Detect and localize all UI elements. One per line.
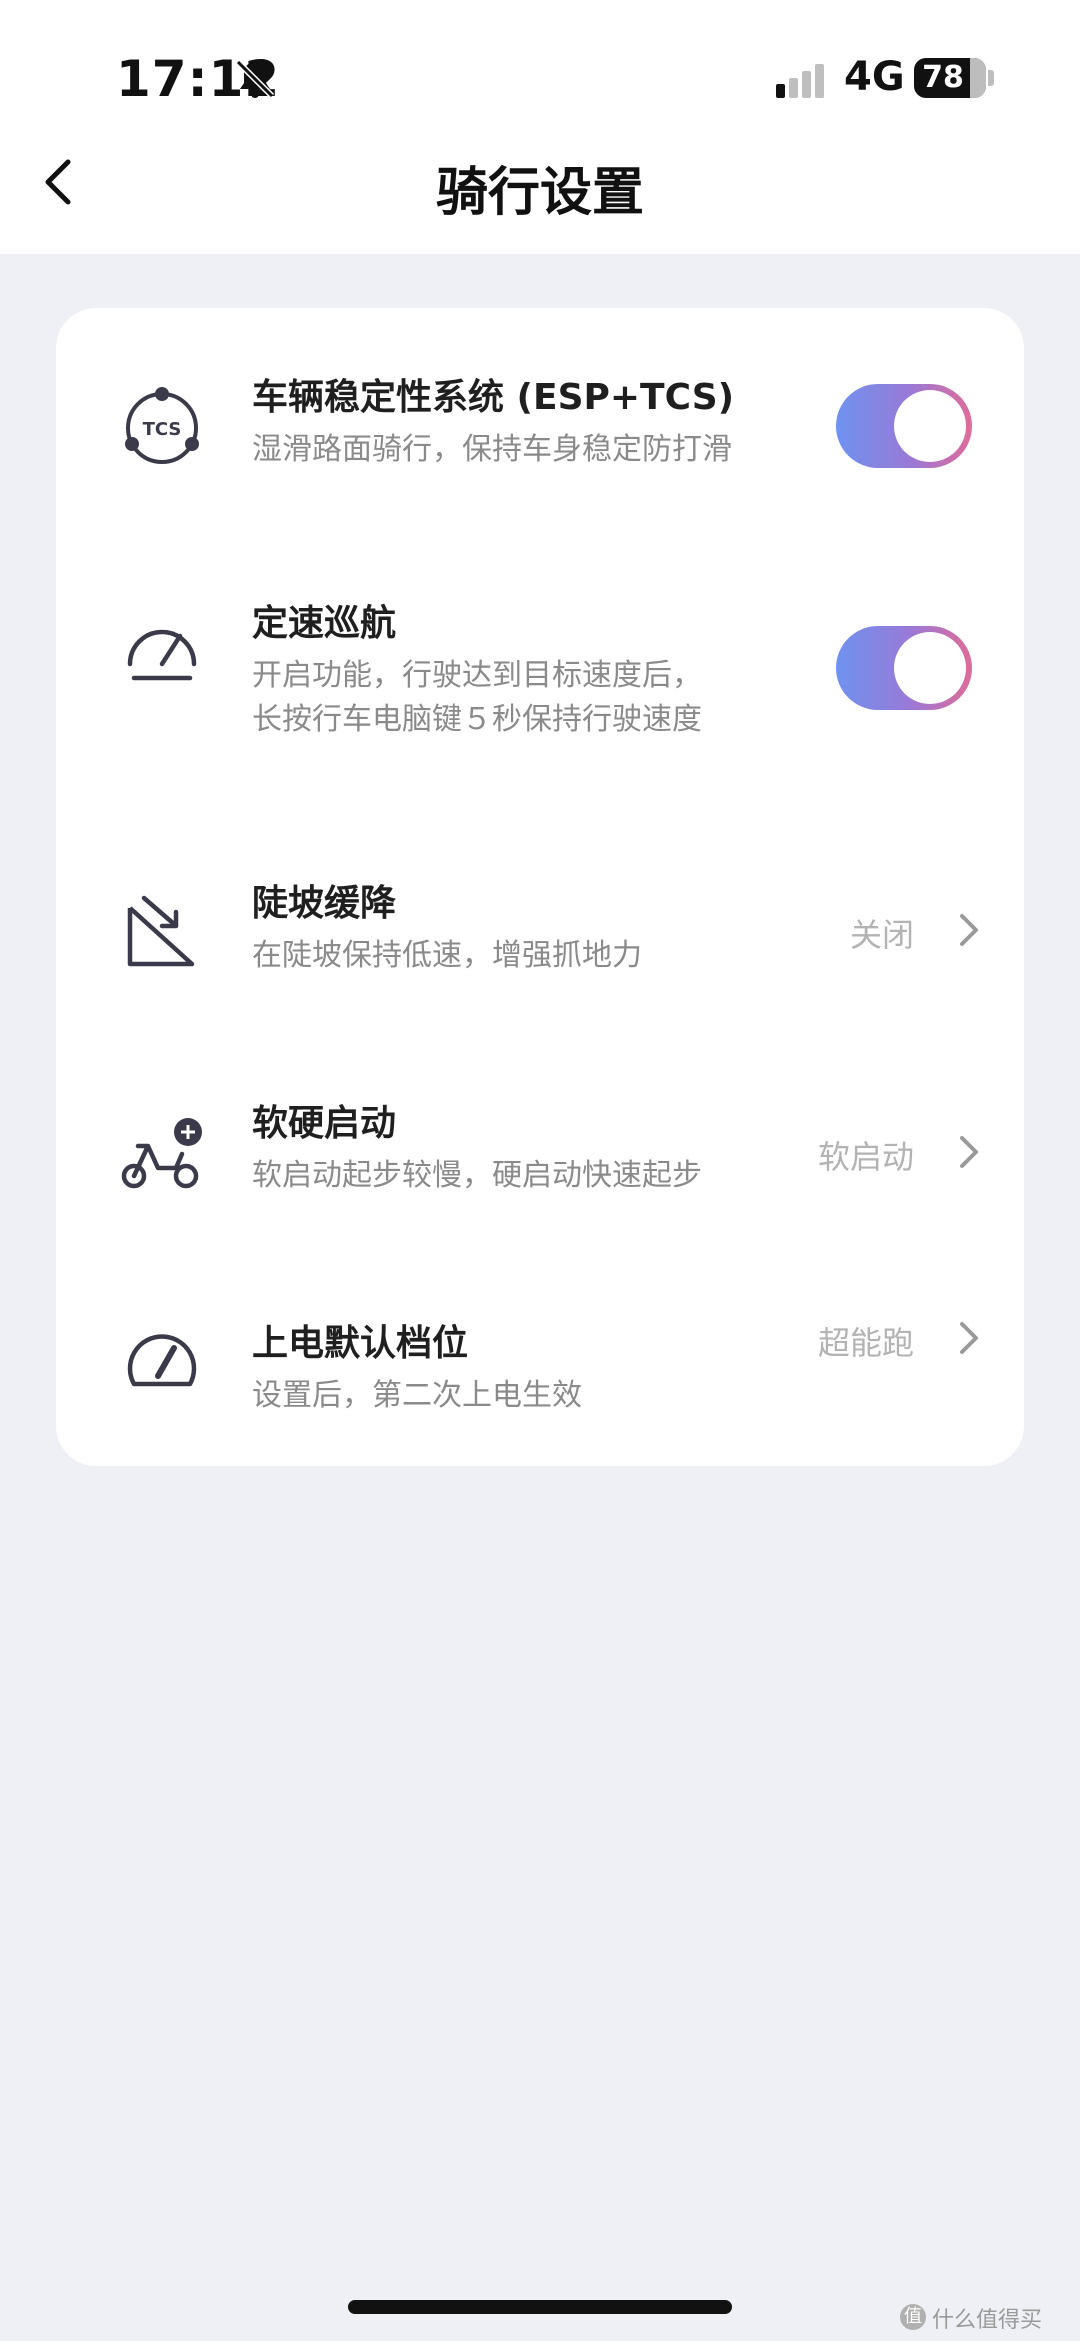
watermark: 值 什么值得买 — [900, 2302, 1080, 2334]
setting-row-cruise-control: 定速巡航 开启功能，行驶达到目标速度后， 长按行车电脑键５秒保持行驶速度 — [56, 584, 1024, 754]
toggle-knob — [894, 632, 966, 704]
setting-title: 陡坡缓降 — [252, 883, 397, 924]
chevron-right-icon — [960, 1136, 978, 1168]
battery-indicator: 78 — [914, 58, 986, 98]
setting-desc: 设置后，第二次上电生效 — [252, 1378, 582, 1413]
setting-title: 定速巡航 — [252, 603, 397, 644]
setting-row-start-mode[interactable]: 软硬启动 软启动起步较慢，硬启动快速起步 软启动 — [56, 1084, 1024, 1224]
setting-row-esp-tcs: TCS 车辆稳定性系统 (ESP+TCS) 湿滑路面骑行，保持车身稳定防打滑 — [56, 358, 1024, 508]
chevron-right-icon — [960, 914, 978, 946]
gauge-icon — [127, 1334, 197, 1387]
toggle-knob — [894, 390, 966, 462]
chevron-right-icon — [960, 1322, 978, 1354]
setting-title: 车辆稳定性系统 (ESP+TCS) — [252, 377, 735, 418]
scooter-icon — [121, 1118, 202, 1189]
battery-empty — [970, 58, 986, 98]
speedometer-icon — [127, 629, 197, 681]
setting-title: 软硬启动 — [252, 1103, 397, 1144]
page-title: 骑行设置 — [435, 163, 644, 223]
bell-muted-icon — [235, 59, 275, 99]
setting-title: 上电默认档位 — [252, 1323, 469, 1364]
battery-level: 78 — [922, 60, 964, 95]
watermark-text: 什么值得买 — [932, 2308, 1043, 2333]
setting-value: 软启动 — [817, 1138, 914, 1176]
setting-desc: 湿滑路面骑行，保持车身稳定防打滑 — [252, 432, 732, 467]
settings-card: TCS 车辆稳定性系统 (ESP+TCS) 湿滑路面骑行，保持车身稳定防打滑 定… — [56, 308, 1024, 1466]
setting-value: 关闭 — [849, 916, 914, 954]
setting-desc: 软启动起步较慢，硬启动快速起步 — [252, 1158, 702, 1193]
tcs-icon-label: TCS — [143, 419, 182, 440]
signal-icon — [776, 64, 824, 98]
slope-descent-icon — [127, 895, 195, 967]
network-type: 4G — [844, 54, 905, 100]
setting-desc-line: 开启功能，行驶达到目标速度后， — [252, 658, 702, 693]
setting-desc: 在陡坡保持低速，增强抓地力 — [252, 938, 642, 973]
battery-cap — [988, 70, 994, 86]
esp-tcs-toggle[interactable] — [836, 384, 972, 468]
watermark-logo: 值 — [900, 2304, 926, 2330]
tcs-icon: TCS — [125, 387, 199, 464]
setting-desc-line: 长按行车电脑键５秒保持行驶速度 — [252, 702, 702, 737]
cruise-control-toggle[interactable] — [836, 626, 972, 710]
home-indicator[interactable] — [348, 2300, 732, 2314]
setting-row-default-gear[interactable]: 上电默认档位 设置后，第二次上电生效 超能跑 — [56, 1304, 1024, 1444]
setting-row-hill-descent[interactable]: 陡坡缓降 在陡坡保持低速，增强抓地力 关闭 — [56, 864, 1024, 1004]
setting-value: 超能跑 — [817, 1324, 914, 1362]
